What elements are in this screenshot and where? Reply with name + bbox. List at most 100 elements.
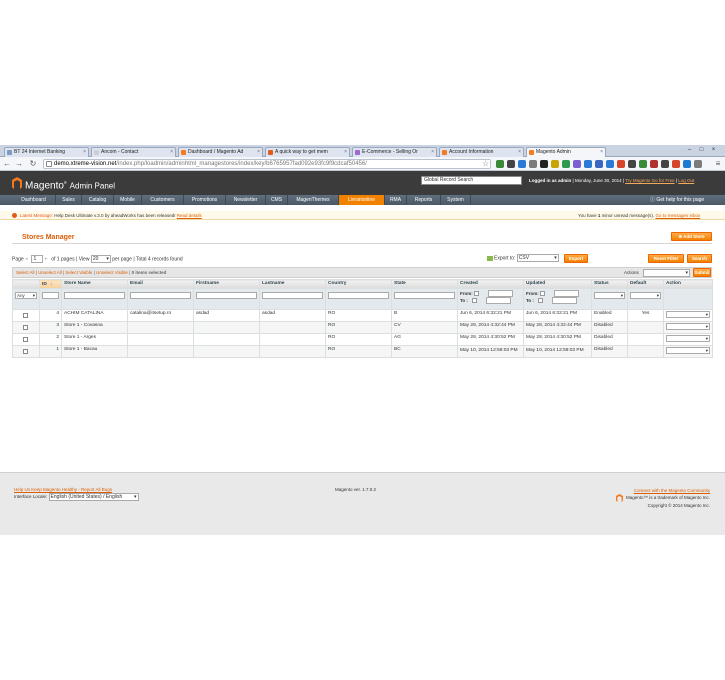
page-input[interactable]: 1 [31, 255, 44, 263]
extension-icon[interactable] [628, 160, 636, 168]
filter-email-input[interactable] [130, 292, 191, 299]
col-store-name[interactable]: Store Name [61, 279, 128, 289]
bookmark-star-icon[interactable]: ☆ [482, 159, 489, 169]
col-updated[interactable]: Updated [523, 279, 592, 289]
nav-livrarionline[interactable]: Livrarionline [339, 195, 385, 205]
col-lastname[interactable]: Lastname [259, 279, 326, 289]
nav-rma[interactable]: RMA [385, 195, 407, 205]
close-icon[interactable]: × [83, 148, 86, 157]
nav-mobile[interactable]: Mobile [114, 195, 142, 205]
table-row[interactable]: 3 Store 1 - Covasna RO CV May 28, 2014 4… [12, 321, 713, 334]
reset-filter-button[interactable]: Reset Filter [648, 254, 684, 263]
locale-select[interactable]: English (United States) / English [48, 493, 139, 501]
filter-any-select[interactable]: Any [15, 292, 37, 299]
filter-name-input[interactable] [64, 292, 125, 299]
row-checkbox[interactable] [23, 313, 28, 318]
select-all-link[interactable]: Select All [16, 270, 35, 275]
filter-country-input[interactable] [328, 292, 389, 299]
menu-icon[interactable]: ≡ [713, 159, 723, 169]
add-store-button[interactable]: ⊕ Add Store [671, 232, 712, 241]
nav-catalog[interactable]: Catalog [82, 195, 114, 205]
forward-icon[interactable]: → [14, 159, 24, 169]
extension-icon[interactable] [650, 160, 658, 168]
calendar-icon[interactable] [473, 291, 479, 296]
nav-dashboard[interactable]: Dashboard [12, 195, 56, 205]
created-from-input[interactable] [487, 290, 513, 297]
messages-inbox-link[interactable]: Go to messages inbox [655, 213, 700, 218]
try-magento-link[interactable]: Try Magento Go for Free [625, 178, 674, 183]
per-page-select[interactable]: 20 [90, 255, 111, 263]
filter-lastname-input[interactable] [262, 292, 323, 299]
filter-firstname-input[interactable] [196, 292, 257, 299]
calendar-icon[interactable] [537, 298, 543, 303]
filter-default-select[interactable] [630, 292, 661, 299]
filter-id-input[interactable] [42, 292, 59, 299]
nav-magenthemes[interactable]: MagenThemes [288, 195, 339, 205]
extension-icon[interactable] [496, 160, 504, 168]
col-state[interactable]: State [391, 279, 458, 289]
extension-icon[interactable] [694, 160, 702, 168]
table-row[interactable]: 2 Store 1 - Arges RO AG May 28, 2014 4:3… [12, 333, 713, 346]
export-format-select[interactable]: CSV [516, 254, 559, 262]
browser-tab[interactable]: Account Information × [439, 147, 524, 157]
col-status[interactable]: Status [591, 279, 628, 289]
calendar-icon[interactable] [471, 298, 477, 303]
extension-icon[interactable] [683, 160, 691, 168]
unselect-all-link[interactable]: Unselect All [38, 270, 62, 275]
logout-link[interactable]: Log Out [678, 178, 694, 183]
unselect-visible-link[interactable]: Unselect Visible [96, 270, 128, 275]
close-icon[interactable]: × [518, 148, 521, 157]
close-icon[interactable]: × [257, 148, 260, 157]
filter-status-select[interactable] [594, 292, 625, 299]
community-link[interactable]: Connect with the Magento Community [600, 487, 710, 494]
reload-icon[interactable]: ↻ [28, 159, 38, 169]
extension-icon[interactable] [595, 160, 603, 168]
row-checkbox[interactable] [23, 325, 28, 330]
extension-icon[interactable] [507, 160, 515, 168]
select-visible-link[interactable]: Select Visible [65, 270, 92, 275]
nav-system[interactable]: System [441, 195, 471, 205]
row-action-select[interactable] [666, 311, 710, 318]
nav-sales[interactable]: Sales [56, 195, 82, 205]
extension-icon[interactable] [661, 160, 669, 168]
close-window-icon[interactable]: × [710, 147, 717, 153]
extension-icon[interactable] [551, 160, 559, 168]
prev-page-icon[interactable]: ◂ [25, 255, 30, 263]
col-email[interactable]: Email [127, 279, 194, 289]
nav-newsletter[interactable]: Newsletter [226, 195, 266, 205]
row-action-select[interactable] [666, 347, 710, 354]
updated-to-input[interactable] [551, 297, 577, 304]
browser-tab[interactable]: Ancom - Contact × [91, 147, 176, 157]
extension-icon[interactable] [562, 160, 570, 168]
search-button[interactable]: Search [687, 254, 712, 263]
close-icon[interactable]: × [431, 148, 434, 157]
browser-tab-active[interactable]: Magento Admin × [526, 147, 606, 157]
read-details-link[interactable]: Read details [177, 213, 202, 218]
help-link[interactable]: ⓘ Get help for this page [650, 195, 704, 205]
calendar-icon[interactable] [539, 291, 545, 296]
actions-select[interactable] [643, 269, 690, 277]
nav-customers[interactable]: Customers [142, 195, 184, 205]
extension-icon[interactable] [573, 160, 581, 168]
updated-from-input[interactable] [553, 290, 579, 297]
browser-tab[interactable]: Dashboard / Magento Ad × [178, 147, 263, 157]
export-button[interactable]: Export [564, 254, 588, 263]
nav-promotions[interactable]: Promotions [184, 195, 226, 205]
row-checkbox[interactable] [23, 349, 28, 354]
browser-tab[interactable]: BT 24 Internet Banking × [4, 147, 89, 157]
extension-icon[interactable] [540, 160, 548, 168]
browser-tab[interactable]: E-Commerce - Selling Or × [352, 147, 437, 157]
col-created[interactable]: Created [457, 279, 524, 289]
global-search-input[interactable]: Global Record Search [421, 176, 522, 185]
filter-state-input[interactable] [394, 292, 455, 299]
extension-icon[interactable] [639, 160, 647, 168]
table-row[interactable]: 4 ACHIM CATALINA catalina@itsetup.ro asd… [12, 309, 713, 322]
col-default[interactable]: Default [627, 279, 664, 289]
close-icon[interactable]: × [344, 148, 347, 157]
table-row[interactable]: 1 Store 1 - Bacau RO BC May 10, 2014 12:… [12, 345, 713, 358]
extension-icon[interactable] [617, 160, 625, 168]
col-country[interactable]: Country [325, 279, 392, 289]
extension-icon[interactable] [529, 160, 537, 168]
extension-icon[interactable] [584, 160, 592, 168]
row-action-select[interactable] [666, 335, 710, 342]
